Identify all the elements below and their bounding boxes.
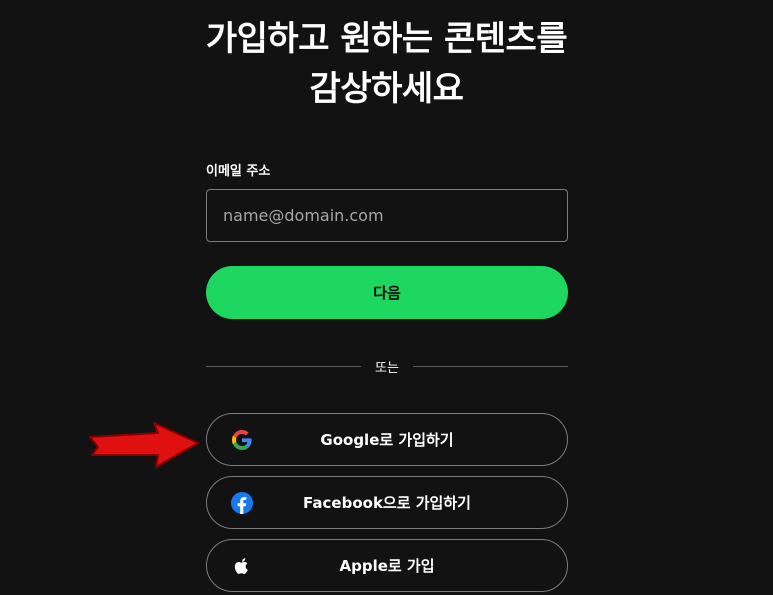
red-arrow-icon	[89, 422, 199, 468]
google-signup-button[interactable]: Google로 가입하기	[206, 413, 568, 466]
google-signup-label: Google로 가입하기	[320, 431, 454, 449]
facebook-signup-button[interactable]: Facebook으로 가입하기	[206, 476, 568, 529]
email-label: 이메일 주소	[206, 164, 271, 179]
facebook-signup-label: Facebook으로 가입하기	[303, 494, 471, 512]
divider-left	[206, 366, 361, 367]
apple-signup-button[interactable]: Apple로 가입	[206, 539, 568, 592]
signup-page: 가입하고 원하는 콘텐츠를 감상하세요 이메일 주소 다음 또는 Google로…	[0, 0, 773, 595]
next-button[interactable]: 다음	[206, 266, 568, 319]
divider-text: 또는	[375, 361, 399, 376]
divider-right	[413, 366, 568, 367]
page-title: 가입하고 원하는 콘텐츠를 감상하세요	[0, 14, 773, 114]
email-field[interactable]	[206, 189, 568, 242]
page-title-line-1: 가입하고 원하는 콘텐츠를	[205, 19, 568, 59]
apple-signup-label: Apple로 가입	[339, 557, 435, 575]
page-title-line-2: 감상하세요	[309, 69, 464, 109]
